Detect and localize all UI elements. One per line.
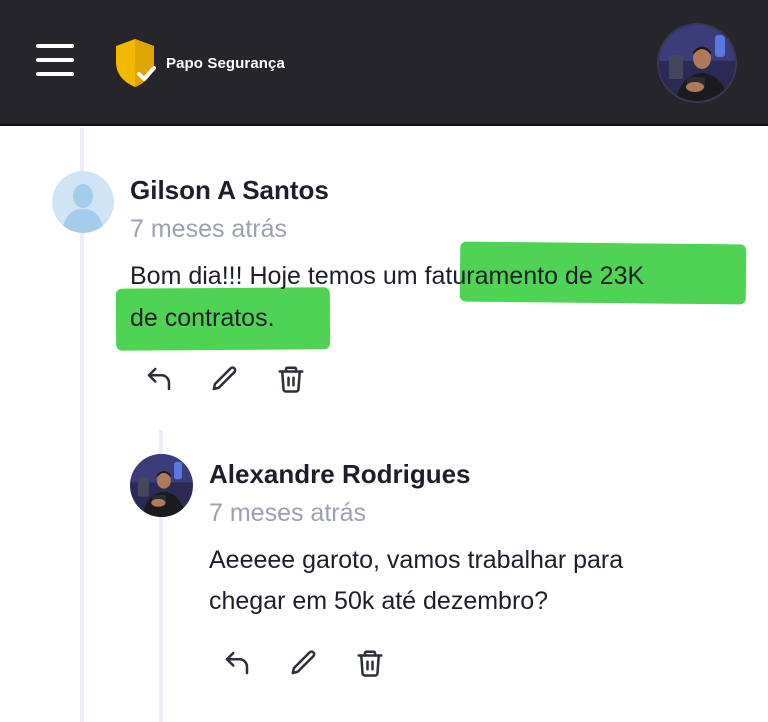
reply-author-avatar[interactable] — [130, 454, 193, 517]
reply-time: 7 meses atrás — [209, 499, 367, 527]
comment-text-line: Bom dia!!! Hoje temos um faturamento de … — [130, 262, 645, 290]
reply-text-line: chegar em 50k até dezembro? — [209, 587, 549, 615]
comment-author[interactable]: Gilson A Santos — [130, 175, 329, 206]
edit-icon[interactable] — [208, 362, 242, 396]
shield-check-icon — [116, 39, 156, 87]
reply-author-photo — [130, 454, 193, 517]
reply-author[interactable]: Alexandre Rodrigues — [209, 459, 471, 490]
reply-text-line: Aeeeee garoto, vamos trabalhar para — [209, 546, 624, 574]
comment-time: 7 meses atrás — [130, 215, 288, 243]
delete-icon[interactable] — [274, 362, 308, 396]
user-photo — [659, 25, 735, 101]
hamburger-menu-icon[interactable] — [36, 44, 74, 76]
top-navigation-bar: Papo Segurança — [0, 0, 768, 126]
reply-icon[interactable] — [142, 362, 176, 396]
default-avatar-icon — [52, 171, 114, 233]
reply-icon[interactable] — [220, 646, 254, 680]
edit-icon[interactable] — [287, 646, 321, 680]
user-avatar[interactable] — [657, 23, 737, 103]
brand-logo[interactable]: Papo Segurança — [110, 36, 285, 90]
brand-name: Papo Segurança — [166, 54, 285, 72]
comment-text-line: de contratos. — [130, 304, 275, 332]
delete-icon[interactable] — [353, 646, 387, 680]
